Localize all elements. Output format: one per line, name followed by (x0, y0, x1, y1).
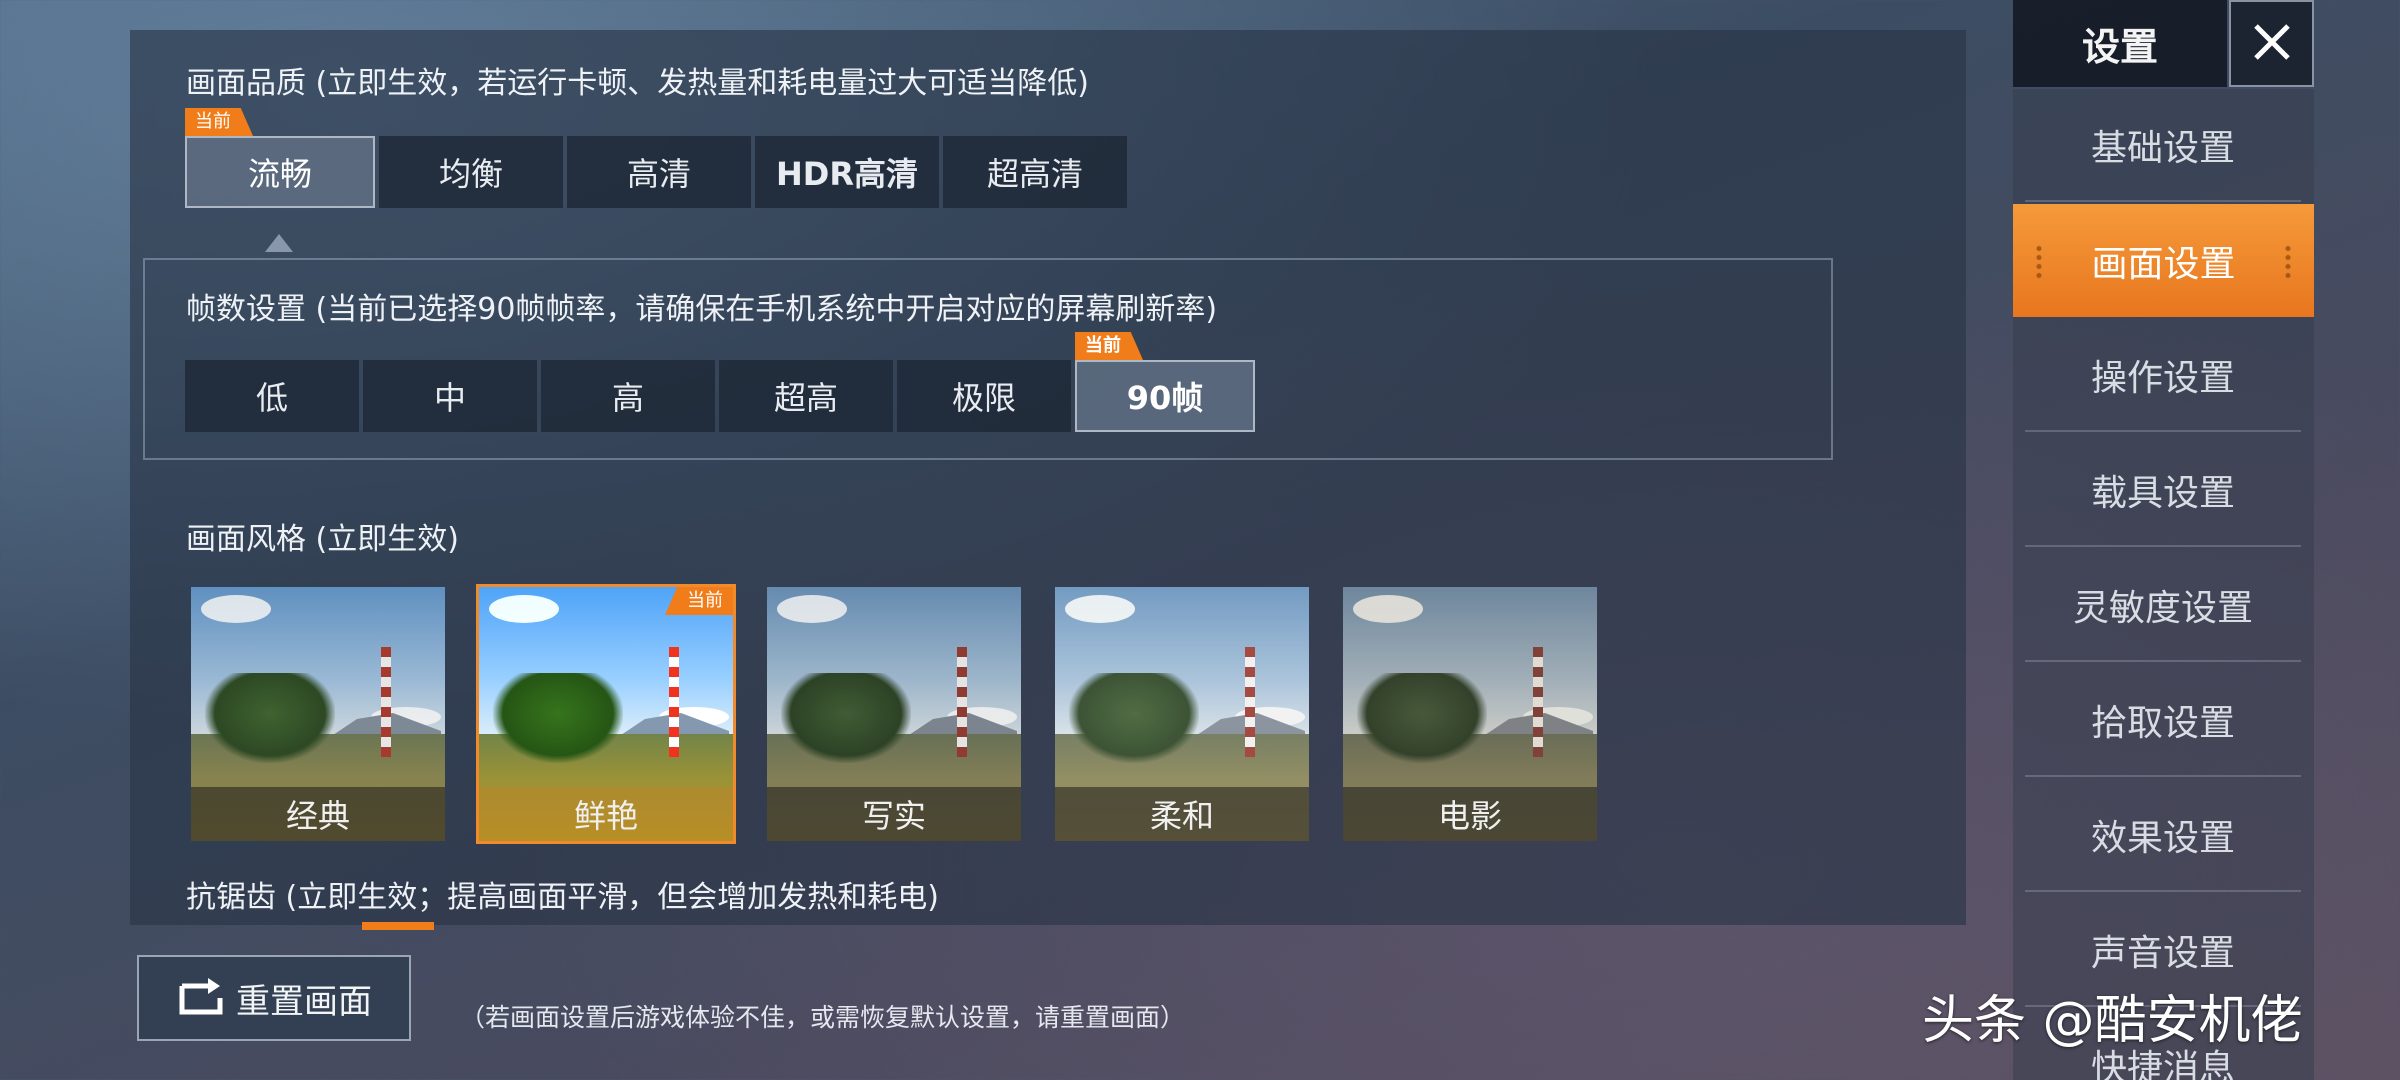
reset-graphics-button[interactable]: 重置画面 (137, 955, 411, 1041)
style-option-classic[interactable]: 经典 (188, 584, 448, 844)
sidebar-item-label: 操作设置 (2090, 357, 2235, 399)
style-option-label: 写实 (767, 787, 1021, 841)
quality-option-label: 均衡 (438, 155, 503, 193)
style-option-vivid[interactable]: 当前 鲜艳 (476, 584, 736, 844)
style-option-label: 鲜艳 (479, 787, 733, 841)
sidebar-item-controls[interactable]: 操作设置 (2025, 319, 2301, 432)
style-option-label: 电影 (1343, 787, 1597, 841)
quality-option-balanced[interactable]: 均衡 (379, 136, 563, 208)
sidebar-item-graphics[interactable]: 画面设置 (2013, 204, 2314, 317)
fps-option-label: 中 (433, 379, 466, 417)
settings-sidebar: 基础设置 画面设置 操作设置 载具设置 灵敏度设置 拾取设置 效果设置 声音设置… (2013, 89, 2314, 1080)
quality-option-uhd[interactable]: 超高清 (943, 136, 1127, 208)
antialias-section-title: 抗锯齿 (立即生效；提高画面平滑，但会增加发热和耗电) (186, 880, 939, 915)
reset-button-label: 重置画面 (236, 981, 372, 1022)
quality-option-label: 超高清 (986, 155, 1083, 193)
fps-option-label: 超高 (773, 379, 838, 417)
close-button[interactable] (2229, 0, 2314, 87)
fps-option-label: 90帧 (1126, 379, 1204, 417)
quality-option-label: 高清 (626, 155, 691, 193)
style-option-realistic[interactable]: 写实 (764, 584, 1024, 844)
style-option-label: 经典 (191, 787, 445, 841)
sidebar-item-label: 画面设置 (2091, 243, 2236, 285)
quality-option-hd[interactable]: 高清 (567, 136, 751, 208)
reset-icon (176, 978, 228, 1018)
grip-icon (2035, 244, 2043, 280)
fps-option-label: 极限 (951, 379, 1016, 417)
sidebar-item-effects[interactable]: 效果设置 (2025, 779, 2301, 892)
style-options: 经典 当前 鲜艳 写实 柔和 电影 (188, 584, 1628, 844)
current-badge-partial (362, 922, 434, 930)
fps-option-label: 高 (611, 379, 644, 417)
sidebar-item-label: 载具设置 (2090, 472, 2235, 514)
quality-options: 当前 流畅 均衡 高清 HDR高清 超高清 (185, 108, 1131, 208)
watermark: 头条 @酷安机佬 (1922, 991, 2303, 1051)
style-section-title: 画面风格 (立即生效) (186, 522, 459, 557)
sidebar-item-sensitivity[interactable]: 灵敏度设置 (2025, 549, 2301, 662)
sidebar-item-label: 基础设置 (2090, 127, 2235, 169)
sidebar-item-label: 声音设置 (2090, 932, 2235, 974)
fps-option-90[interactable]: 当前 90帧 (1075, 332, 1255, 432)
sidebar-item-label: 效果设置 (2090, 817, 2235, 859)
close-icon (2252, 22, 2292, 66)
sidebar-item-vehicle[interactable]: 载具设置 (2025, 434, 2301, 547)
sidebar-item-label: 拾取设置 (2090, 702, 2235, 744)
settings-title: 设置 (2013, 0, 2227, 87)
grip-icon (2284, 244, 2292, 280)
quality-section-title: 画面品质 (立即生效，若运行卡顿、发热量和耗电量过大可适当降低) (186, 66, 1089, 101)
fps-option-ultra[interactable]: 超高 (719, 360, 893, 432)
quality-option-label: 流畅 (247, 155, 312, 193)
style-option-movie[interactable]: 电影 (1340, 584, 1600, 844)
fps-option-high[interactable]: 高 (541, 360, 715, 432)
quality-option-hdr[interactable]: HDR高清 (755, 136, 939, 208)
style-option-soft[interactable]: 柔和 (1052, 584, 1312, 844)
fps-option-medium[interactable]: 中 (363, 360, 537, 432)
fps-option-low[interactable]: 低 (185, 360, 359, 432)
style-option-label: 柔和 (1055, 787, 1309, 841)
sidebar-item-basic[interactable]: 基础设置 (2025, 89, 2301, 202)
sidebar-item-pickup[interactable]: 拾取设置 (2025, 664, 2301, 777)
fps-option-label: 低 (255, 379, 288, 417)
quality-option-label: HDR高清 (776, 155, 918, 193)
sidebar-item-label: 灵敏度设置 (2072, 587, 2253, 629)
fps-option-extreme[interactable]: 极限 (897, 360, 1071, 432)
reset-note: （若画面设置后游戏体验不佳，或需恢复默认设置，请重置画面） (460, 1003, 1186, 1032)
fps-section-title: 帧数设置 (当前已选择90帧帧率，请确保在手机系统中开启对应的屏幕刷新率) (186, 292, 1218, 327)
quality-option-smooth[interactable]: 当前 流畅 (185, 108, 375, 208)
selection-pointer-icon (265, 234, 293, 252)
fps-options: 低 中 高 超高 极限 当前 90帧 (185, 332, 1259, 432)
